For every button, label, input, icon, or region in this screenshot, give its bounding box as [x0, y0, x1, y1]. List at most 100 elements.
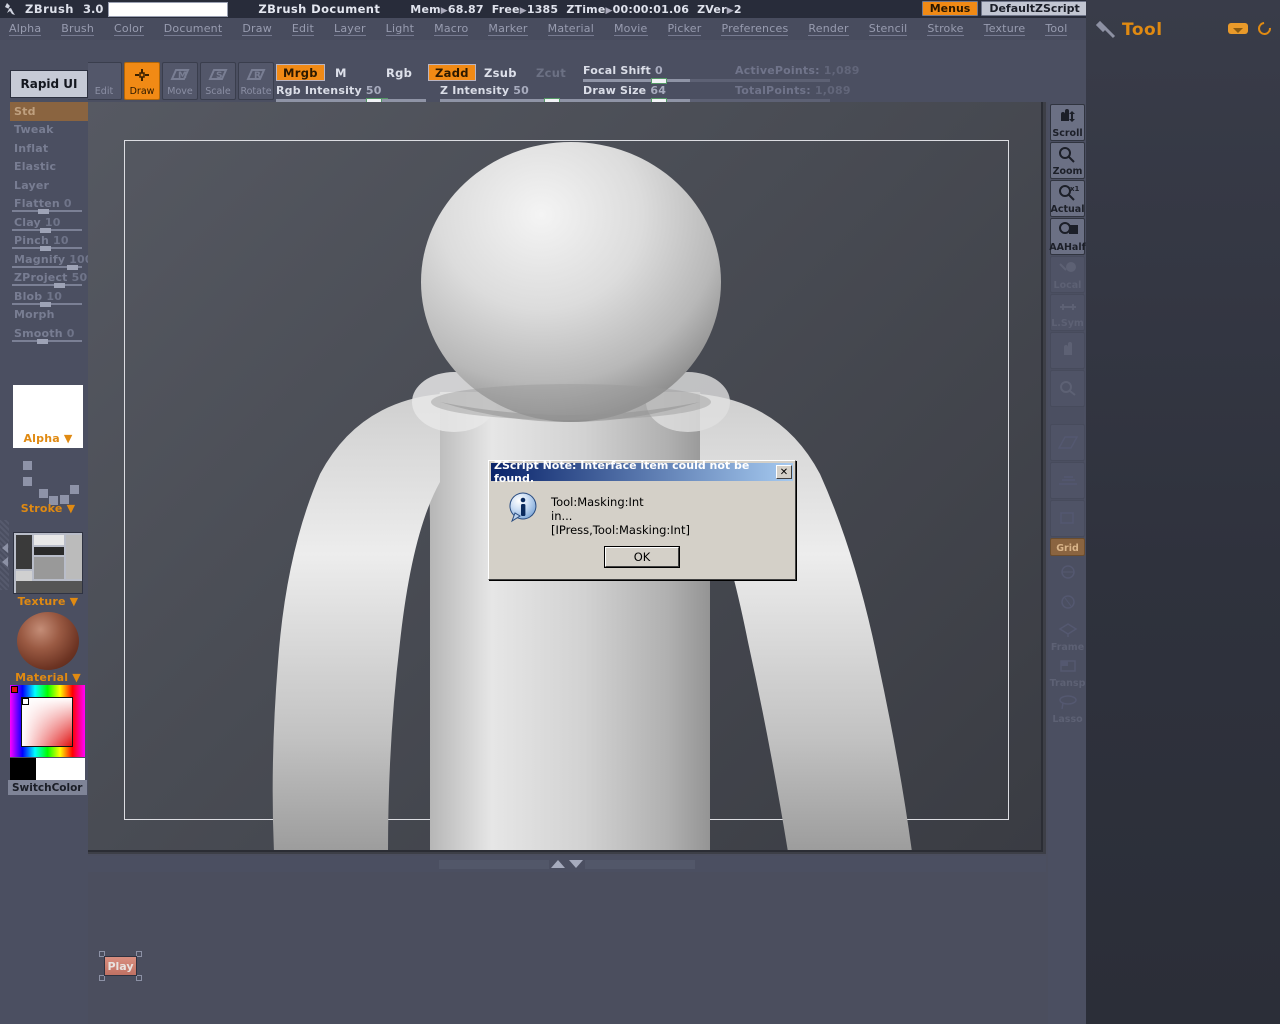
menu-item-document[interactable]: Document — [164, 22, 223, 36]
title-text-field[interactable] — [108, 2, 228, 17]
lasso-button[interactable]: Lasso — [1050, 690, 1085, 726]
transp-button[interactable]: Transp — [1050, 654, 1085, 690]
lsym-button[interactable]: L.Sym — [1050, 294, 1085, 331]
floor-button[interactable] — [1050, 462, 1085, 499]
canvas-scroll-strip[interactable] — [88, 856, 1046, 872]
scroll-down-icon[interactable] — [569, 860, 583, 868]
scroll-button[interactable]: Scroll — [1050, 104, 1085, 141]
scroll-hatch-left[interactable] — [439, 860, 549, 869]
brush-item-clay[interactable]: Clay10 — [10, 213, 88, 232]
frame-button[interactable]: Frame — [1050, 618, 1085, 654]
move-button[interactable]: M Move — [162, 62, 198, 100]
left-tray-collapse-handle[interactable] — [0, 520, 9, 590]
menu-item-macro[interactable]: Macro — [434, 22, 468, 36]
menu-item-stencil[interactable]: Stencil — [869, 22, 908, 36]
menu-item-marker[interactable]: Marker — [488, 22, 527, 36]
actual-button[interactable]: x1 Actual — [1050, 180, 1085, 217]
zoom-button[interactable]: Zoom — [1050, 142, 1085, 179]
dialog-message-line2: in... — [551, 509, 795, 523]
menu-item-texture[interactable]: Texture — [984, 22, 1026, 36]
rotate-button[interactable]: R Rotate — [238, 62, 274, 100]
switch-color-button[interactable]: SwitchColor — [8, 780, 87, 795]
scroll-label: Scroll — [1052, 128, 1082, 139]
menu-item-stroke[interactable]: Stroke — [927, 22, 963, 36]
texture-swatch[interactable] — [13, 532, 83, 594]
menu-item-alpha[interactable]: Alpha — [9, 22, 41, 36]
menu-item-color[interactable]: Color — [114, 22, 144, 36]
menu-item-edit[interactable]: Edit — [292, 22, 314, 36]
svg-text:S: S — [216, 71, 222, 81]
menu-item-draw[interactable]: Draw — [242, 22, 272, 36]
wire-button[interactable] — [1050, 558, 1085, 586]
rapid-ui-button[interactable]: Rapid UI — [10, 70, 88, 98]
m-button[interactable]: M — [329, 64, 353, 81]
brush-item-blob[interactable]: Blob10 — [10, 287, 88, 306]
edit-button[interactable]: Edit — [86, 62, 122, 100]
dialog-body: Tool:Masking:Int in... [IPress,Tool:Mask… — [489, 483, 795, 537]
aahalf-button[interactable]: AAHalf — [1050, 218, 1085, 255]
polyframe-button[interactable] — [1050, 588, 1085, 616]
color-picker[interactable] — [10, 685, 85, 757]
z-intensity-slider[interactable]: Z Intensity 50 — [440, 84, 600, 101]
draw-button[interactable]: Draw — [124, 62, 160, 100]
free-label: Free — [492, 3, 520, 16]
zoom-dim-button[interactable] — [1050, 370, 1085, 407]
menu-item-brush[interactable]: Brush — [61, 22, 94, 36]
texture-label[interactable]: Texture ▼ — [13, 595, 83, 608]
palette-collapse-icon[interactable] — [1228, 23, 1248, 34]
scroll-hatch-right[interactable] — [585, 860, 695, 869]
symmetry-icon — [1057, 295, 1079, 318]
zscript-note-dialog: ZScript Note: Interface item could not b… — [488, 460, 796, 580]
stroke-label[interactable]: Stroke ▼ — [13, 502, 83, 515]
menu-item-layer[interactable]: Layer — [334, 22, 366, 36]
brush-item-flatten[interactable]: Flatten0 — [10, 195, 88, 214]
brush-item-tweak[interactable]: Tweak — [10, 121, 88, 140]
mrgb-button[interactable]: Mrgb — [276, 64, 325, 81]
menu-item-material[interactable]: Material — [548, 22, 594, 36]
brush-item-std[interactable]: Std — [10, 102, 88, 121]
fg-bg-color-swatch[interactable] — [10, 758, 85, 780]
menu-item-movie[interactable]: Movie — [614, 22, 648, 36]
local-button[interactable]: Local — [1050, 256, 1085, 293]
menu-item-tool[interactable]: Tool — [1045, 22, 1067, 36]
menus-button[interactable]: Menus — [922, 1, 979, 16]
default-zscript-button[interactable]: DefaultZScript — [981, 1, 1087, 16]
menu-item-preferences[interactable]: Preferences — [721, 22, 788, 36]
scale-icon: S — [201, 63, 235, 86]
menu-item-picker[interactable]: Picker — [668, 22, 702, 36]
svg-text:R: R — [254, 71, 261, 81]
brush-item-smooth[interactable]: Smooth0 — [10, 324, 88, 343]
brush-item-inflat[interactable]: Inflat — [10, 139, 88, 158]
brush-item-zproject[interactable]: ZProject50 — [10, 269, 88, 288]
brush-item-elastic[interactable]: Elastic — [10, 158, 88, 177]
brush-label: Clay — [14, 216, 41, 229]
sv-marker — [22, 698, 29, 705]
brush-item-layer[interactable]: Layer — [10, 176, 88, 195]
persp-button[interactable] — [1050, 424, 1085, 461]
rgb-intensity-label: Rgb Intensity — [276, 84, 362, 97]
menu-item-render[interactable]: Render — [808, 22, 848, 36]
zsub-button[interactable]: Zsub — [478, 64, 523, 81]
material-swatch[interactable] — [13, 610, 83, 672]
menu-item-light[interactable]: Light — [386, 22, 414, 36]
dialog-close-icon[interactable]: ✕ — [776, 465, 792, 479]
alpha-label[interactable]: Alpha ▼ — [13, 432, 83, 445]
brush-label: Blob — [14, 290, 42, 303]
zadd-button[interactable]: Zadd — [428, 64, 476, 81]
brush-label: Elastic — [14, 160, 56, 173]
zcut-button[interactable]: Zcut — [530, 64, 572, 81]
frame-cube-button[interactable] — [1050, 500, 1085, 537]
hand-tool-button[interactable] — [1050, 332, 1085, 369]
brush-item-magnify[interactable]: Magnify100 — [10, 250, 88, 269]
palette-refresh-icon[interactable] — [1255, 19, 1273, 37]
dialog-ok-button[interactable]: OK — [605, 547, 679, 567]
grid-button[interactable]: Grid — [1050, 538, 1085, 556]
rgb-left-slider[interactable] — [366, 84, 414, 101]
brush-item-pinch[interactable]: Pinch10 — [10, 232, 88, 251]
material-label[interactable]: Material ▼ — [13, 671, 83, 684]
brush-item-morph[interactable]: Morph — [10, 306, 88, 325]
play-button[interactable]: Play — [104, 956, 137, 976]
scroll-up-icon[interactable] — [551, 860, 565, 868]
scale-button[interactable]: S Scale — [200, 62, 236, 100]
rgb-button[interactable]: Rgb — [380, 64, 418, 81]
